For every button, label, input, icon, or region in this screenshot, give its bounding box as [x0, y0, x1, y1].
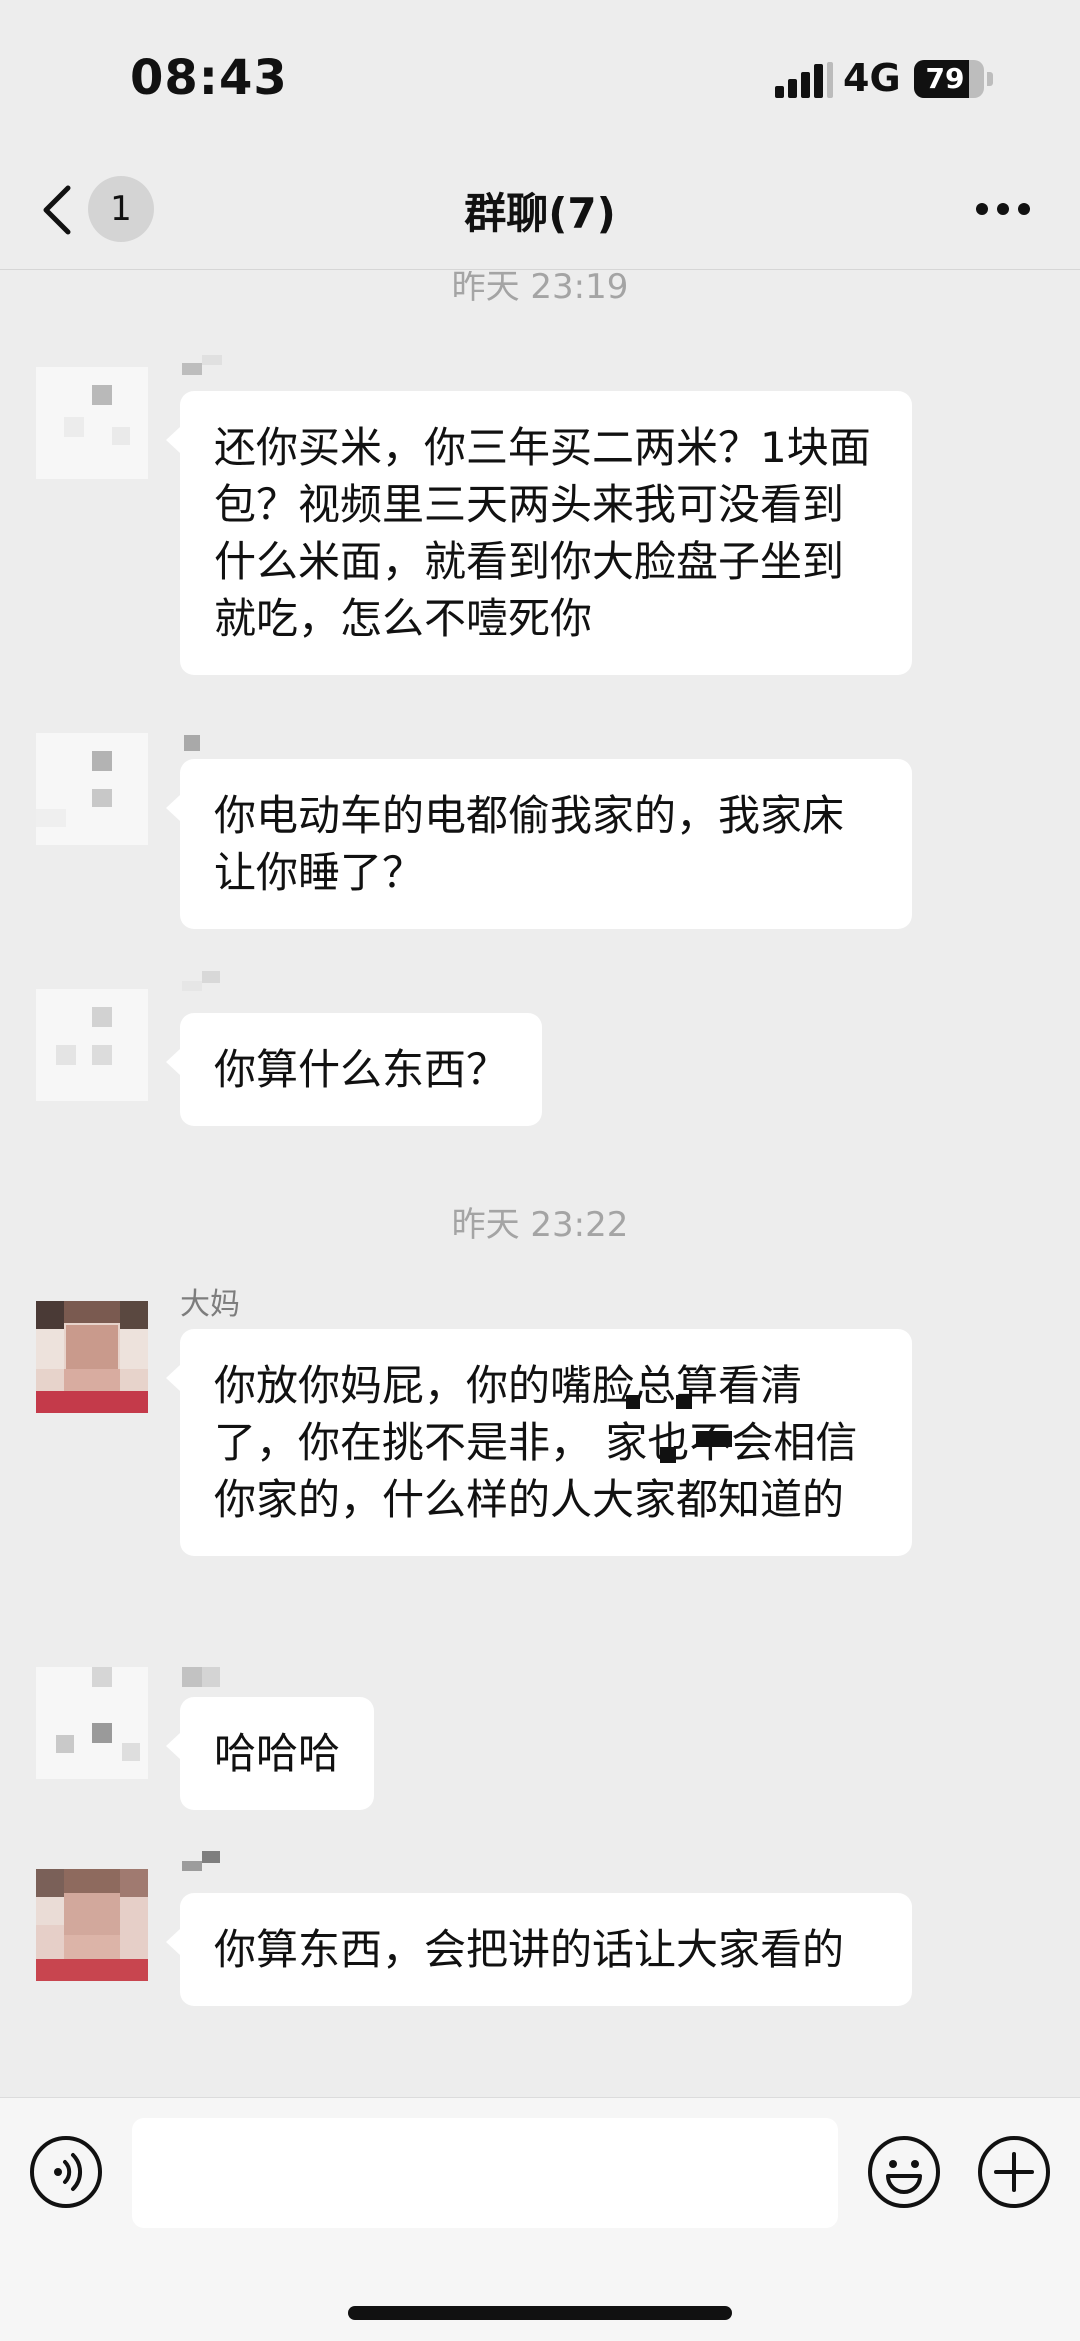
redaction-mosaic: [660, 1447, 676, 1463]
message-bubble[interactable]: 你算什么东西？: [165, 1013, 543, 1126]
avatar[interactable]: [36, 733, 148, 845]
sender-name-redacted: [182, 1851, 220, 1871]
message-bubble[interactable]: 还你买米，你三年买二两米？1块面包？视频里三天两头来我可没看到什么米面，就看到你…: [166, 391, 912, 675]
message-bubble[interactable]: 哈哈哈: [165, 1697, 375, 1810]
time-label: 昨天 23:19: [451, 271, 629, 307]
message-bubble[interactable]: 你放你妈屁，你的嘴脸总算看清了，你在挑不是非， 家也不会相信你家的，什么样的人大…: [166, 1329, 912, 1556]
message-input[interactable]: [132, 2118, 838, 2228]
network-type: 4G: [843, 56, 901, 100]
avatar[interactable]: [36, 1869, 148, 1981]
battery-level: 79: [925, 62, 965, 95]
avatar[interactable]: [36, 1301, 148, 1413]
status-bar: 08:43 4G 79: [0, 0, 1080, 150]
chevron-left-icon[interactable]: [38, 184, 78, 236]
signal-icon: [775, 62, 833, 98]
avatar[interactable]: [36, 1667, 148, 1779]
sender-name: 大妈: [180, 1287, 240, 1322]
battery-cap: [987, 72, 993, 86]
battery-icon: 79: [914, 60, 984, 98]
avatar[interactable]: [36, 989, 148, 1101]
voice-icon[interactable]: [28, 2134, 104, 2210]
time-label: 昨天 23:22: [451, 1205, 629, 1245]
message-bubble[interactable]: 你电动车的电都偷我家的，我家床让你睡了？: [166, 759, 912, 929]
page-title: 群聊(7): [464, 189, 616, 238]
emoji-icon[interactable]: [866, 2134, 942, 2210]
avatar[interactable]: [36, 367, 148, 479]
sender-name-redacted: [184, 735, 200, 751]
redaction-mosaic: [696, 1431, 732, 1447]
redaction-mosaic: [676, 1395, 692, 1409]
message-bubble[interactable]: 你算东西，会把讲的话让大家看的: [166, 1893, 912, 2006]
chat-area[interactable]: 昨天 23:19 还你买米，你三年买二两米？1块面包？视频里三天两头来我可没看到…: [0, 271, 1080, 2097]
nav-bar: 1 群聊(7): [0, 150, 1080, 270]
sender-name-redacted: [182, 1667, 220, 1687]
input-bar: [0, 2097, 1080, 2341]
sender-name-redacted: [182, 971, 220, 991]
ellipsis-icon[interactable]: [975, 202, 1031, 216]
sender-name-redacted: [182, 355, 222, 375]
unread-badge[interactable]: 1: [88, 176, 154, 242]
home-indicator[interactable]: [348, 2306, 732, 2320]
redaction-mosaic: [626, 1395, 640, 1409]
status-time: 08:43: [130, 50, 288, 106]
plus-icon[interactable]: [976, 2134, 1052, 2210]
